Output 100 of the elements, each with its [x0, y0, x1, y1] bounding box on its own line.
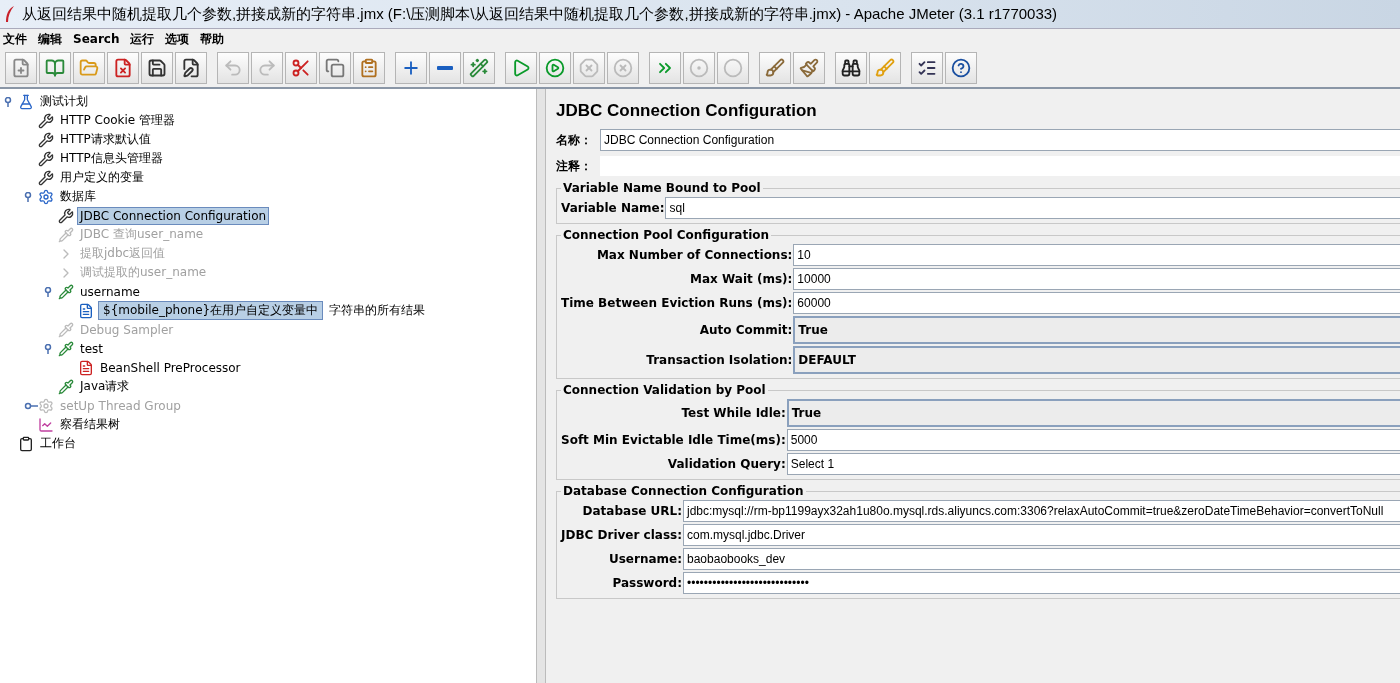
toolbar-button[interactable] — [141, 52, 173, 84]
broom-icon — [799, 58, 819, 78]
toolbar-button[interactable] — [395, 52, 427, 84]
tree-item[interactable]: 字符串的所有结果 — [326, 300, 429, 321]
input-field[interactable]: 10000 — [793, 268, 1400, 290]
field-label: Test While Idle: — [680, 406, 787, 420]
tree-item[interactable]: username — [77, 282, 143, 301]
input-field[interactable]: 5000 — [786, 429, 1400, 451]
tree-item[interactable]: HTTP信息头管理器 — [57, 148, 166, 169]
tree-item[interactable]: test — [77, 339, 107, 358]
pipette-icon — [58, 321, 74, 338]
pipette-icon — [58, 283, 74, 300]
group-title: Variable Name Bound to Pool — [562, 181, 762, 195]
document-icon — [78, 359, 94, 376]
toolbar-button[interactable] — [835, 52, 867, 84]
tree-item[interactable]: 工作台 — [37, 433, 79, 454]
window-title: 从返回结果中随机提取几个参数,拼接成新的字符串.jmx (F:\压测脚本\从返回结果中随机提取几个参数,拼接成新的字符串.jmx) - Apache JMeter (3.1 r1770033) — [22, 4, 1058, 24]
input-field[interactable]: baobaobooks_dev — [683, 548, 1400, 570]
book-icon — [45, 58, 65, 78]
input-field[interactable]: sql — [665, 197, 1400, 219]
menu-item[interactable]: 帮助 — [197, 30, 233, 48]
field-label: Time Between Eviction Runs (ms): — [561, 296, 794, 310]
tree-item[interactable]: 用户定义的变量 — [57, 167, 147, 188]
input-field[interactable]: jdbc:mysql://rm-bp1199ayx32ah1u80o.mysql.rds.aliyuncs.com:3306?relaxAutoCommit=true&zeroDateTimeBehavior=convertToNull — [683, 500, 1400, 522]
pipette-icon — [58, 226, 74, 243]
field-label: Database URL: — [581, 504, 683, 518]
clipboard-icon — [18, 435, 34, 452]
new-file-icon — [11, 58, 31, 78]
input-field[interactable]: 10 — [793, 244, 1400, 266]
field-label: Max Wait (ms): — [689, 272, 794, 286]
field-label: Auto Commit: — [698, 323, 794, 337]
chart-icon — [38, 416, 54, 433]
field-label: Password: — [611, 576, 683, 590]
broom-icon — [875, 58, 895, 78]
gear-icon — [38, 397, 54, 414]
name-field[interactable]: JDBC Connection Configuration — [600, 129, 1400, 151]
field-label: JDBC Driver class: — [561, 528, 683, 542]
group-title: Connection Pool Configuration — [562, 228, 771, 242]
toolbar-button[interactable] — [429, 52, 461, 84]
redo-icon — [257, 58, 277, 78]
toolbar-button[interactable] — [175, 52, 207, 84]
input-field[interactable]: com.mysql.jdbc.Driver — [683, 524, 1400, 546]
input-field[interactable]: 60000 — [793, 292, 1400, 314]
field-label: Validation Query: — [666, 457, 787, 471]
field-label: 注释： — [556, 157, 593, 175]
menu-item[interactable]: 运行 — [127, 30, 163, 48]
tree-item[interactable]: BeanShell PreProcessor — [97, 358, 244, 377]
dropdown[interactable]: True — [786, 399, 1400, 427]
pipette-icon — [58, 340, 74, 357]
binoculars-icon — [841, 58, 861, 78]
tree-item[interactable]: HTTP Cookie 管理器 — [57, 110, 179, 131]
scissors-icon — [291, 58, 311, 78]
field-label: Max Number of Connections: — [595, 248, 794, 262]
flask-icon — [18, 93, 34, 110]
tree-item[interactable]: HTTP请求默认值 — [57, 129, 154, 150]
menu-item[interactable]: Search — [70, 32, 128, 46]
broom-icon — [765, 58, 785, 78]
field-label: Variable Name: — [561, 201, 666, 215]
tree-item[interactable]: 察看结果树 — [57, 414, 123, 435]
gear-icon — [38, 188, 54, 205]
tree-item[interactable]: 测试计划 — [37, 91, 91, 112]
menu-item[interactable]: 编辑 — [35, 30, 70, 48]
wrench-icon — [38, 169, 54, 186]
dropdown[interactable]: DEFAULT — [793, 346, 1400, 374]
input-field[interactable]: Select 1 — [786, 453, 1400, 475]
help-icon — [951, 58, 971, 78]
wrench-icon — [38, 150, 54, 167]
save-icon — [147, 58, 167, 78]
paste-icon — [359, 58, 379, 78]
menu-item[interactable]: 文件 — [0, 30, 35, 48]
copy-icon — [325, 58, 345, 78]
document-icon — [78, 302, 94, 319]
close-file-icon — [113, 58, 133, 78]
group-title: Database Connection Configuration — [562, 484, 805, 498]
play-icon — [511, 58, 531, 78]
pipette-icon — [58, 378, 74, 395]
folder-icon — [79, 58, 99, 78]
tree-item[interactable]: 数据库 — [57, 186, 99, 207]
menu-item[interactable]: 选项 — [162, 30, 198, 48]
toolbar-button[interactable] — [945, 52, 977, 84]
wrench-icon — [58, 207, 74, 224]
tree-item[interactable]: JDBC Connection Configuration — [77, 206, 270, 225]
field-label: Soft Min Evictable Idle Time(ms): — [561, 433, 787, 447]
dropdown[interactable]: True — [793, 316, 1400, 344]
tooltip: ${mobile_phone}在用户自定义变量中 — [98, 301, 324, 320]
panel-title: JDBC Connection Configuration — [556, 101, 818, 121]
list-icon — [917, 58, 937, 78]
undo-icon — [223, 58, 243, 78]
plus-icon — [401, 58, 421, 78]
field-label: 名称： — [556, 131, 593, 149]
wrench-icon — [38, 131, 54, 148]
minus-icon — [437, 66, 453, 70]
field-label: Transaction Isolation: — [645, 353, 794, 367]
stop-icon — [579, 58, 599, 78]
wrench-icon — [38, 112, 54, 129]
toolbar-button[interactable] — [911, 52, 943, 84]
password-field[interactable]: ••••••••••••••••••••••••••••• — [683, 572, 1400, 594]
group-title: Connection Validation by Pool — [562, 383, 767, 397]
tree-item[interactable]: Java请求 — [77, 376, 133, 397]
wand-icon — [469, 58, 489, 78]
